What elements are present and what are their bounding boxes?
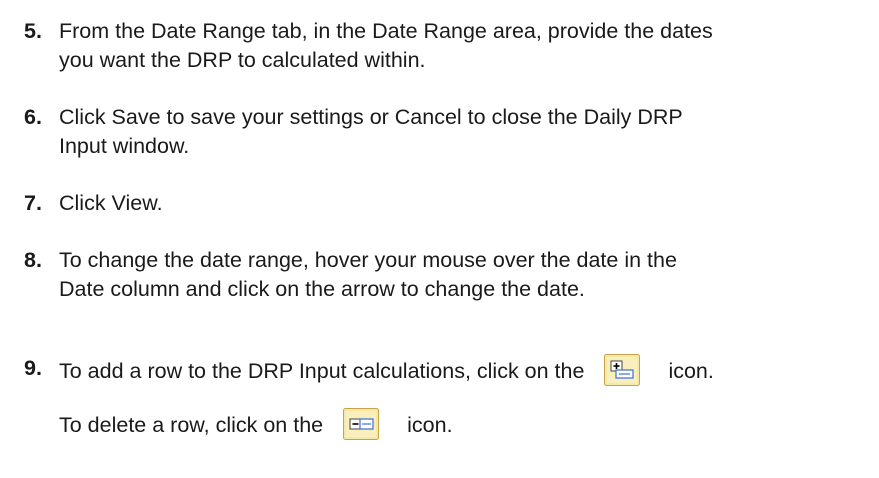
delete-row-text: To delete a row, click on the (59, 413, 324, 437)
step-number: 6. (24, 105, 42, 129)
step-number: 7. (24, 191, 42, 215)
add-row-icon-graphic (604, 354, 641, 386)
step-number: 9. (24, 356, 42, 380)
add-row-text-end: icon. (668, 359, 714, 383)
step-number: 8. (24, 248, 42, 272)
step-6: 6. Click Save to save your settings or C… (24, 103, 869, 161)
step-text-line: Input window. (59, 134, 190, 158)
add-row-icon (604, 354, 641, 386)
add-row-instruction: To add a row to the DRP Input calculatio… (59, 354, 869, 386)
step-number: 5. (24, 19, 42, 43)
step-7: 7. Click View. (24, 189, 869, 218)
step-text-line: Date column and click on the arrow to ch… (59, 277, 585, 301)
step-9: 9. To add a row to the DRP Input calcula… (24, 354, 869, 440)
step-5: 5. From the Date Range tab, in the Date … (24, 17, 869, 75)
delete-row-icon (343, 408, 380, 440)
step-text: To add a row to the DRP Input calculatio… (59, 354, 869, 440)
step-text-line: To change the date range, hover your mou… (59, 248, 677, 272)
step-text: Click Save to save your settings or Canc… (59, 103, 869, 161)
step-text: From the Date Range tab, in the Date Ran… (59, 17, 869, 75)
step-text: Click View. (59, 189, 869, 218)
step-8: 8. To change the date range, hover your … (24, 246, 869, 304)
step-text: To change the date range, hover your mou… (59, 246, 869, 304)
add-row-text: To add a row to the DRP Input calculatio… (59, 359, 585, 383)
step-text-line: Click Save to save your settings or Canc… (59, 105, 683, 129)
delete-row-instruction: To delete a row, click on the icon. (59, 408, 869, 440)
step-text-line: From the Date Range tab, in the Date Ran… (59, 19, 713, 43)
delete-row-icon-graphic (343, 408, 380, 440)
step-text-line: you want the DRP to calculated within. (59, 48, 426, 72)
step-text-line: Click View. (59, 191, 163, 215)
delete-row-text-end: icon. (407, 413, 453, 437)
